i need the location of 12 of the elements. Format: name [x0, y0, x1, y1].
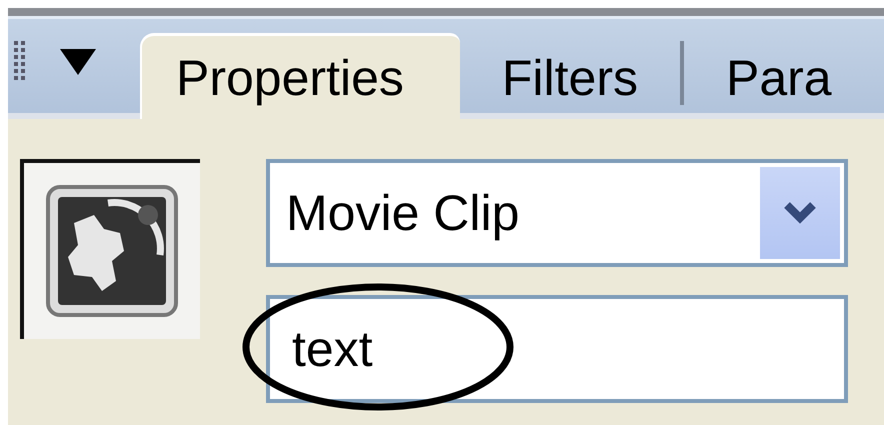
dropdown-arrow-button[interactable] — [760, 167, 840, 259]
symbol-type-dropdown[interactable]: Movie Clip — [266, 159, 848, 267]
movie-clip-symbol-icon — [44, 183, 180, 319]
panel-tab[interactable]: Filters — [460, 43, 680, 113]
grip-icon[interactable] — [14, 41, 26, 81]
instance-name-field[interactable]: text — [266, 295, 848, 403]
dropdown-triangle-icon — [60, 49, 96, 75]
panel-menu-button[interactable] — [60, 49, 96, 75]
chevron-down-icon — [784, 202, 816, 224]
panel-tab[interactable]: Para — [684, 43, 874, 113]
panel-tab[interactable]: Properties — [140, 33, 460, 119]
dropdown-value: Movie Clip — [286, 184, 520, 242]
